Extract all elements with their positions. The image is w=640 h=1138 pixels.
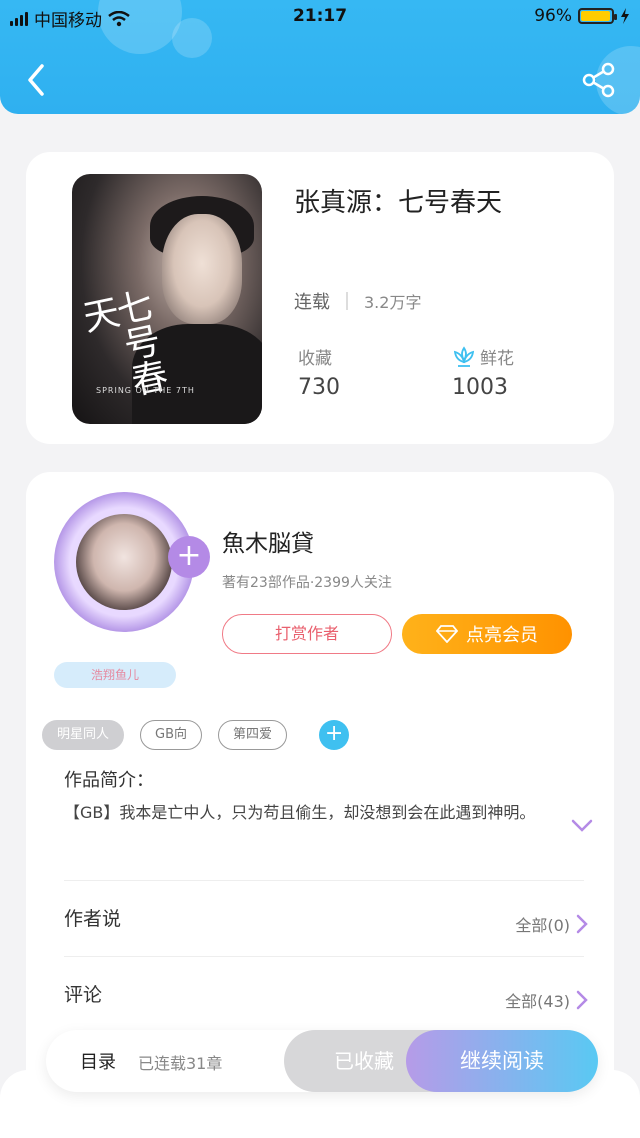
battery-percent: 96% xyxy=(534,6,572,26)
follow-author-icon[interactable]: + xyxy=(168,536,210,578)
tip-author-button[interactable]: 打赏作者 xyxy=(222,614,392,654)
chevron-right-icon xyxy=(576,990,588,1010)
share-icon[interactable] xyxy=(582,62,616,98)
favorites-value: 730 xyxy=(298,375,340,400)
continue-reading-button[interactable]: 继续阅读 xyxy=(406,1030,598,1092)
avatar-photo xyxy=(76,514,172,610)
chevron-down-icon[interactable] xyxy=(570,818,594,834)
intro-text: 【GB】我本是亡中人，只为苟且偷生，却没想到会在此遇到神明。 xyxy=(64,803,536,822)
book-cover[interactable]: 七号春天 SPRING ON THE 7TH xyxy=(72,174,262,424)
tag-item[interactable]: 第四爱 xyxy=(218,720,288,750)
vip-button[interactable]: 点亮会员 xyxy=(402,614,572,654)
author-says-title: 作者说 xyxy=(64,908,122,930)
comments-title: 评论 xyxy=(64,984,103,1006)
author-stats: 著有23部作品·2399人关注 xyxy=(222,575,392,591)
intro-title: 作品简介： xyxy=(64,770,154,791)
toc-button[interactable]: 目录 xyxy=(80,1048,116,1074)
flowers-stat[interactable]: 鲜花 1003 xyxy=(452,344,514,400)
author-card: + 浩翔鱼儿 魚木脳貸 著有23部作品·2399人关注 打赏作者 点亮会员 明星… xyxy=(26,472,614,1112)
status-bar: 中国移动 21:17 96% xyxy=(0,0,640,34)
favorites-label: 收藏 xyxy=(298,349,332,369)
book-info-card: 七号春天 SPRING ON THE 7TH 张真源：七号春天 连载 3.2万字… xyxy=(26,152,614,444)
author-name[interactable]: 魚木脳貸 xyxy=(222,524,314,558)
add-tag-icon[interactable]: + xyxy=(319,720,350,750)
chapter-count: 已连载31章 xyxy=(138,1054,223,1073)
diamond-icon xyxy=(436,625,458,643)
divider xyxy=(346,292,348,310)
comments-link[interactable]: 全部(43) xyxy=(505,988,588,1012)
avatar[interactable]: + xyxy=(54,492,210,632)
favorites-stat: 收藏 730 xyxy=(298,344,340,400)
back-icon[interactable] xyxy=(22,62,52,98)
vip-label: 点亮会员 xyxy=(466,625,538,646)
flowers-value: 1003 xyxy=(452,375,508,400)
fan-badge: 浩翔鱼儿 xyxy=(54,662,176,688)
author-says-link[interactable]: 全部(0) xyxy=(515,912,588,936)
comments-count: 全部(43) xyxy=(505,992,570,1011)
tag-item[interactable]: GB向 xyxy=(140,720,203,750)
charging-icon xyxy=(621,8,629,24)
author-says-count: 全部(0) xyxy=(515,916,570,935)
battery-icon xyxy=(578,8,617,24)
bottom-action-bar: 目录 已连载31章 已收藏 继续阅读 xyxy=(46,1030,598,1092)
divider xyxy=(64,956,584,957)
word-count: 3.2万字 xyxy=(364,293,422,312)
book-title: 张真源：七号春天 xyxy=(294,188,503,218)
tag-list: 明星同人 GB向 第四爱 + xyxy=(42,720,350,750)
flowers-label: 鲜花 xyxy=(480,349,514,369)
divider xyxy=(64,880,584,881)
cover-title-art: 七号春天 xyxy=(74,285,170,400)
header-bar: 中国移动 21:17 96% xyxy=(0,0,640,114)
chevron-right-icon xyxy=(576,914,588,934)
flower-icon xyxy=(453,345,475,367)
tag-item[interactable]: 明星同人 xyxy=(42,720,125,750)
serial-status: 连载 xyxy=(294,292,330,313)
cover-subtitle-art: SPRING ON THE 7TH xyxy=(96,386,195,395)
book-meta: 连载 3.2万字 xyxy=(294,288,421,314)
